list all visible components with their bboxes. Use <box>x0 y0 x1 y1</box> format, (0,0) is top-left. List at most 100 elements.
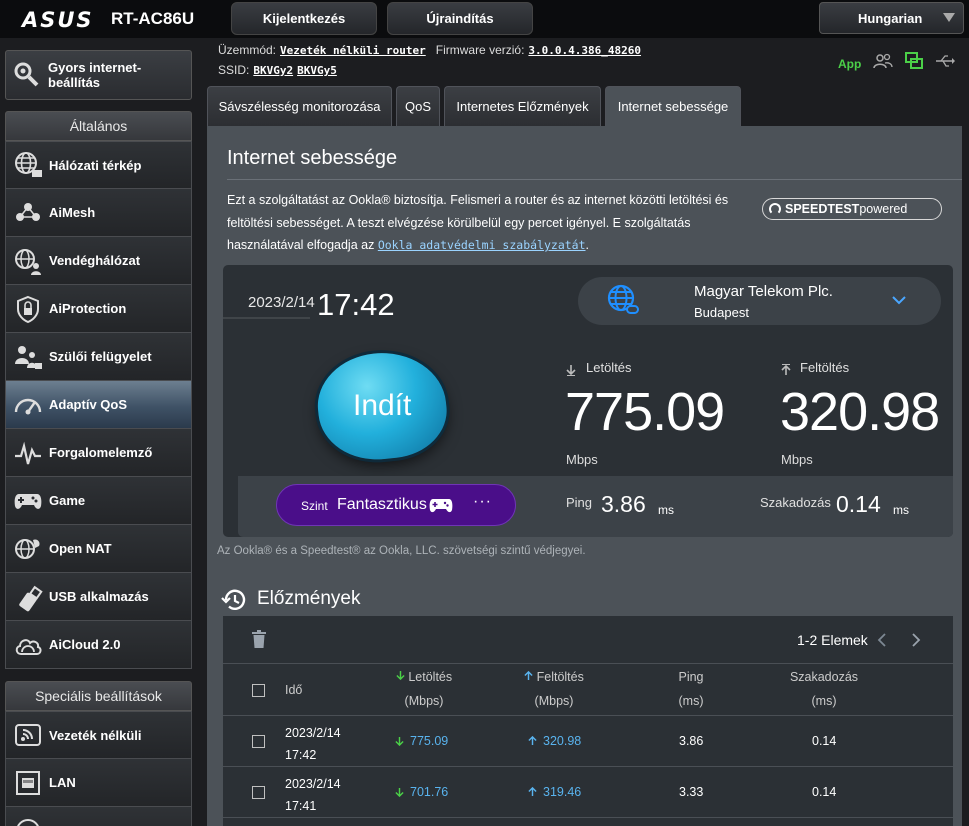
sidebar-item-label: Open NAT <box>49 541 112 556</box>
wizard-icon <box>12 58 42 93</box>
network-status-icon[interactable] <box>905 52 924 75</box>
row-upload: 320.98 <box>543 734 582 748</box>
history-icon <box>221 587 247 618</box>
sidebar-item-network-map[interactable]: Hálózati térkép <box>5 141 192 189</box>
language-value: Hungarian <box>858 10 923 26</box>
next-page-icon[interactable] <box>911 633 921 652</box>
aicloud-icon <box>11 628 45 662</box>
sidebar-item-label: Vezeték nélküli <box>49 727 142 743</box>
mode-link[interactable]: Vezeték nélküli router <box>280 44 426 57</box>
row-ping: 3.86 <box>679 734 704 748</box>
grade-badge[interactable]: Szint Fantasztikus ··· <box>276 484 516 526</box>
ssid-link-2[interactable]: BKVGy5 <box>297 64 337 77</box>
header-jitter-unit: (ms) <box>811 694 837 708</box>
row-jitter: 0.14 <box>812 734 837 748</box>
row-time: 17:41 <box>285 799 317 813</box>
row-date: 2023/2/14 <box>285 726 341 740</box>
info-ssid-line: SSID: BKVGy2 BKVGy5 <box>218 63 337 77</box>
row-jitter: 0.14 <box>812 785 837 799</box>
download-label: Letöltés <box>586 360 632 375</box>
row-checkbox[interactable] <box>252 786 265 799</box>
trash-icon[interactable] <box>252 630 266 653</box>
sidebar-item-open-nat[interactable]: Open NAT <box>5 525 192 573</box>
sidebar-item-adaptive-qos[interactable]: Adaptív QoS <box>5 381 192 429</box>
table-row[interactable]: 2023/2/14 17:42 775.09 320.98 3.86 0.14 <box>223 716 953 767</box>
wan-icon <box>11 814 45 826</box>
usb-status-icon[interactable] <box>935 54 956 73</box>
row-checkbox[interactable] <box>252 735 265 748</box>
clients-icon[interactable] <box>873 53 893 74</box>
sidebar-item-guest-network[interactable]: Vendéghálózat <box>5 237 192 285</box>
row-time: 17:42 <box>285 748 317 762</box>
privacy-policy-link[interactable]: Ookla adatvédelmi szabályzatát <box>378 238 586 252</box>
speedtest-powered-badge: SPEEDTEST powered <box>762 198 942 220</box>
sidebar-item-aicloud[interactable]: AiCloud 2.0 <box>5 621 192 669</box>
speedtest-gauge-icon <box>769 203 781 215</box>
download-value: 775.09 <box>565 382 725 442</box>
date-underline <box>223 317 310 319</box>
sidebar-item-lan[interactable]: LAN <box>5 759 192 807</box>
download-arrow-icon <box>396 671 405 681</box>
sidebar-item-label: Vendéghálózat <box>49 253 141 268</box>
sidebar-item-usb-app[interactable]: USB alkalmazás <box>5 573 192 621</box>
header-download: Letöltés (Mbps) <box>389 665 459 713</box>
header-jitter-label: Szakadozás <box>789 670 859 684</box>
ping-value: 3.86 <box>601 491 646 517</box>
router-model: RT-AC86U <box>111 9 195 28</box>
info-mode-line: Üzemmód: Vezeték nélküli router Firmware … <box>218 43 641 57</box>
language-select[interactable]: Hungarian <box>819 2 964 34</box>
open-nat-icon <box>11 532 45 566</box>
sidebar-item-label: AiMesh <box>49 205 96 220</box>
jitter-unit: ms <box>893 503 909 517</box>
sidebar-item-parental-control[interactable]: Szülői felügyelet <box>5 333 192 381</box>
sidebar-item-wireless[interactable]: Vezeték nélküli <box>5 711 192 759</box>
tab-qos[interactable]: QoS <box>396 86 440 126</box>
sidebar-advanced-list: Vezeték nélküli LAN WAN <box>5 711 192 826</box>
speedtest-card: 2023/2/14 17:42 Magyar Telekom Plc. Buda… <box>223 265 953 537</box>
start-test-button[interactable]: Indít <box>312 346 452 466</box>
tab-internet-speed[interactable]: Internet sebessége <box>605 86 741 126</box>
ssid-link-1[interactable]: BKVGy2 <box>253 64 293 77</box>
sidebar-item-label: USB alkalmazás <box>49 589 149 604</box>
sidebar-general-list: Hálózati térkép AiMesh Vendéghálózat AiProt… <box>5 141 192 669</box>
test-date: 2023/2/14 <box>248 294 315 311</box>
quick-setup-button[interactable]: Gyors internet-beállítás <box>5 50 192 100</box>
globe-icon <box>606 283 642 324</box>
adaptive-qos-icon <box>11 388 45 422</box>
network-map-icon <box>11 148 45 182</box>
sidebar-item-aimesh[interactable]: AiMesh <box>5 189 192 237</box>
app-link[interactable]: App <box>838 57 861 71</box>
sidebar-item-label: Szülői felügyelet <box>49 349 152 364</box>
speedtest-badge-bold: SPEEDTEST <box>785 202 860 216</box>
tab-bandwidth-monitor[interactable]: Sávszélesség monitorozása <box>207 86 392 126</box>
select-all-checkbox[interactable] <box>252 684 265 697</box>
header-upload: Feltöltés (Mbps) <box>519 665 589 713</box>
firmware-link[interactable]: 3.0.0.4.386_48260 <box>528 44 641 57</box>
prev-page-icon[interactable] <box>877 633 887 652</box>
usb-app-icon <box>11 580 45 614</box>
tab-internet-history[interactable]: Internetes Előzmények <box>444 86 601 126</box>
sidebar-item-game[interactable]: Game <box>5 477 192 525</box>
header-time: Idő <box>285 683 303 697</box>
sidebar-item-label: AiCloud 2.0 <box>49 637 121 652</box>
sidebar-item-wan[interactable]: WAN <box>5 807 192 826</box>
main-panel: Internet sebessége Ezt a szolgáltatást a… <box>207 126 962 826</box>
gamepad-icon <box>429 496 453 519</box>
service-description: Ezt a szolgáltatást az Ookla® biztosítja… <box>227 189 747 257</box>
sidebar-item-aiprotection[interactable]: AiProtection <box>5 285 192 333</box>
download-arrow-icon <box>566 363 576 381</box>
table-row[interactable]: 2023/2/14 17:41 701.76 319.46 3.33 0.14 <box>223 767 953 818</box>
server-selector[interactable]: Magyar Telekom Plc. Budapest <box>578 277 941 325</box>
upload-arrow-icon <box>528 786 537 796</box>
parental-control-icon <box>11 340 45 374</box>
row-datetime: 2023/2/14 17:42 <box>285 722 341 766</box>
logout-button[interactable]: Kijelentkezés <box>231 2 377 35</box>
ping-unit: ms <box>658 503 674 517</box>
reboot-button[interactable]: Újraindítás <box>387 2 533 35</box>
sidebar-item-traffic-analyzer[interactable]: Forgalomelemző <box>5 429 192 477</box>
wireless-icon <box>11 718 45 752</box>
upload-arrow-icon <box>524 670 533 680</box>
status-icons: App <box>838 52 956 75</box>
upload-unit: Mbps <box>781 452 813 467</box>
sidebar-item-label: Adaptív QoS <box>49 397 128 412</box>
